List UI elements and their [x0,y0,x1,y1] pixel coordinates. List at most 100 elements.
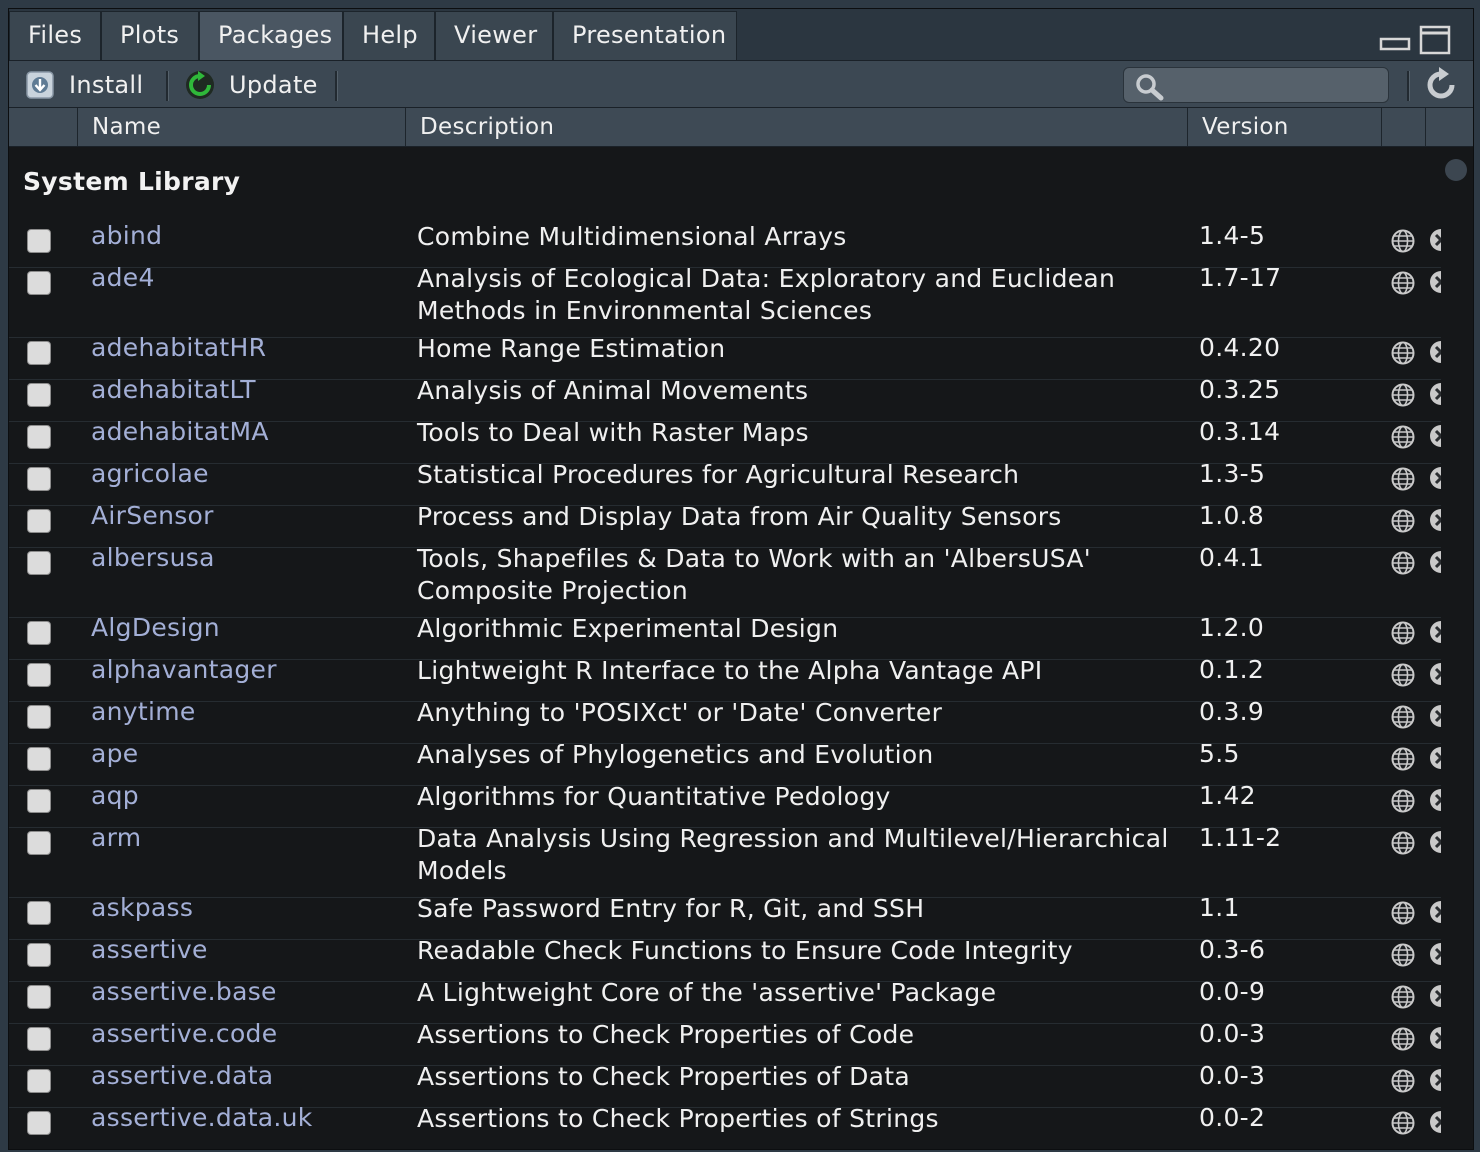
globe-icon[interactable] [1391,509,1415,537]
package-load-checkbox[interactable] [27,551,51,575]
scrollbar-thumb[interactable] [1445,159,1467,181]
package-name-link[interactable]: askpass [91,893,193,922]
remove-icon[interactable] [1429,745,1441,775]
globe-icon[interactable] [1391,341,1415,369]
remove-icon[interactable] [1429,227,1441,257]
remove-icon[interactable] [1429,983,1441,1013]
header-version[interactable]: Version [1187,108,1381,146]
globe-icon[interactable] [1391,425,1415,453]
globe-icon[interactable] [1391,705,1415,733]
remove-icon[interactable] [1429,1025,1441,1055]
package-load-checkbox[interactable] [27,509,51,533]
remove-icon[interactable] [1429,661,1441,691]
globe-icon[interactable] [1391,229,1415,257]
remove-icon[interactable] [1429,703,1441,733]
package-name-link[interactable]: assertive [91,935,208,964]
package-load-checkbox[interactable] [27,1069,51,1093]
package-load-checkbox[interactable] [27,1111,51,1135]
package-name-link[interactable]: adehabitatMA [91,417,269,446]
package-load-checkbox[interactable] [27,229,51,253]
package-load-checkbox[interactable] [27,901,51,925]
package-load-checkbox[interactable] [27,789,51,813]
globe-icon[interactable] [1391,1027,1415,1055]
package-version: 1.4-5 [1199,221,1266,250]
package-name-link[interactable]: adehabitatLT [91,375,256,404]
package-name-link[interactable]: anytime [91,697,196,726]
package-load-checkbox[interactable] [27,943,51,967]
minimize-pane-icon[interactable] [1379,25,1411,53]
package-load-checkbox[interactable] [27,271,51,295]
maximize-pane-icon[interactable] [1419,25,1451,55]
tab-plots[interactable]: Plots [101,11,199,60]
remove-icon[interactable] [1429,339,1441,369]
package-load-checkbox[interactable] [27,621,51,645]
package-name-link[interactable]: alphavantager [91,655,277,684]
remove-icon[interactable] [1429,829,1441,859]
package-load-checkbox[interactable] [27,383,51,407]
package-load-checkbox[interactable] [27,425,51,449]
remove-icon[interactable] [1429,465,1441,495]
remove-icon[interactable] [1429,619,1441,649]
package-name-link[interactable]: aqp [91,781,139,810]
package-load-checkbox[interactable] [27,663,51,687]
install-button[interactable]: Install [25,67,155,103]
globe-icon[interactable] [1391,551,1415,579]
package-name-link[interactable]: arm [91,823,141,852]
remove-icon[interactable] [1429,787,1441,817]
tab-help[interactable]: Help [343,11,435,60]
globe-icon[interactable] [1391,271,1415,299]
package-load-checkbox[interactable] [27,705,51,729]
update-button[interactable]: Update [185,67,325,103]
package-load-checkbox[interactable] [27,341,51,365]
globe-icon[interactable] [1391,943,1415,971]
remove-icon[interactable] [1429,1067,1441,1097]
package-name-link[interactable]: assertive.data [91,1061,273,1090]
package-load-checkbox[interactable] [27,1027,51,1051]
remove-icon[interactable] [1429,507,1441,537]
package-name-link[interactable]: abind [91,221,162,250]
package-load-checkbox[interactable] [27,985,51,1009]
globe-icon[interactable] [1391,1069,1415,1097]
tab-files[interactable]: Files [9,11,101,60]
header-name[interactable]: Name [77,108,405,146]
header-description[interactable]: Description [405,108,1187,146]
remove-icon[interactable] [1429,549,1441,579]
globe-icon[interactable] [1391,831,1415,859]
remove-icon[interactable] [1429,381,1441,411]
globe-icon[interactable] [1391,467,1415,495]
search-input[interactable] [1172,72,1381,100]
package-name-link[interactable]: assertive.code [91,1019,277,1048]
scrollbar-track[interactable] [1441,147,1473,1149]
package-description: Analysis of Animal Movements [417,376,809,405]
package-name-link[interactable]: ade4 [91,263,155,292]
package-name-link[interactable]: assertive.base [91,977,277,1006]
package-name-link[interactable]: agricolae [91,459,209,488]
package-name-link[interactable]: ape [91,739,138,768]
package-load-checkbox[interactable] [27,831,51,855]
globe-icon[interactable] [1391,747,1415,775]
tab-viewer[interactable]: Viewer [435,11,553,60]
tab-packages[interactable]: Packages [199,11,343,60]
globe-icon[interactable] [1391,1111,1415,1139]
globe-icon[interactable] [1391,985,1415,1013]
globe-icon[interactable] [1391,789,1415,817]
globe-icon[interactable] [1391,383,1415,411]
package-name-link[interactable]: adehabitatHR [91,333,266,362]
tab-presentation[interactable]: Presentation [553,11,737,60]
refresh-icon[interactable] [1423,67,1459,103]
package-name-link[interactable]: AirSensor [91,501,214,530]
package-load-checkbox[interactable] [27,747,51,771]
package-name-link[interactable]: albersusa [91,543,215,572]
remove-icon[interactable] [1429,1109,1441,1139]
package-name-link[interactable]: assertive.data.uk [91,1103,313,1132]
globe-icon[interactable] [1391,901,1415,929]
remove-icon[interactable] [1429,423,1441,453]
globe-icon[interactable] [1391,663,1415,691]
package-load-checkbox[interactable] [27,467,51,491]
remove-icon[interactable] [1429,899,1441,929]
remove-icon[interactable] [1429,269,1441,299]
package-name-link[interactable]: AlgDesign [91,613,220,642]
search-icon [1136,74,1164,101]
remove-icon[interactable] [1429,941,1441,971]
globe-icon[interactable] [1391,621,1415,649]
